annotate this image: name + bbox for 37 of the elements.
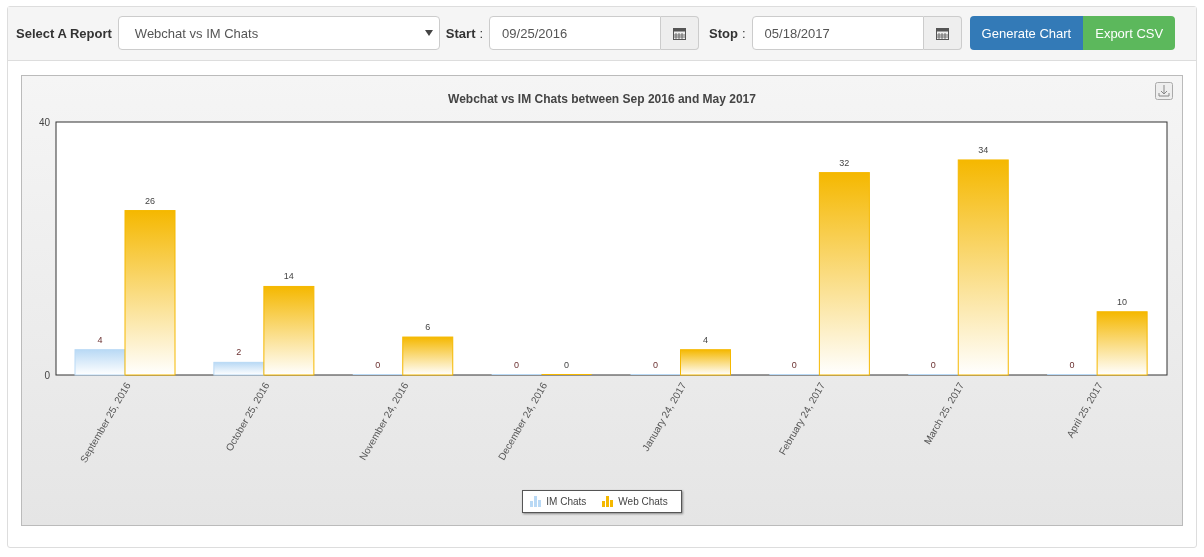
data-label: 4 <box>97 334 103 345</box>
data-label: 0 <box>564 360 570 370</box>
data-label: 0 <box>791 360 797 370</box>
data-label: 32 <box>839 157 850 168</box>
calendar-icon <box>673 26 687 40</box>
report-select[interactable]: Webchat vs IM Chats <box>117 16 440 50</box>
chart-title: Webchat vs IM Chats between Sep 2016 and May 2017 <box>448 92 756 108</box>
data-label: 2 <box>236 347 242 358</box>
separator: : <box>742 25 746 41</box>
start-label: Start <box>445 25 476 41</box>
bar-chart-icon <box>602 496 614 507</box>
axis-label: 40 <box>38 117 50 128</box>
data-label: 6 <box>425 322 431 333</box>
data-label: 0 <box>653 360 658 370</box>
data-label: 0 <box>930 360 936 370</box>
calendar-button[interactable] <box>661 16 700 50</box>
data-label: 10 <box>1117 296 1128 307</box>
legend-label: IM Chats <box>546 496 587 507</box>
data-label: 0 <box>375 360 381 370</box>
stop-label: Stop <box>709 25 738 41</box>
data-label: 4 <box>703 334 708 345</box>
axis-label: 0 <box>44 370 50 381</box>
data-label: 0 <box>514 360 520 370</box>
separator: : <box>479 25 484 41</box>
bar-chart-icon <box>530 496 542 507</box>
start-date-field[interactable]: 09/25/2016 <box>489 16 662 50</box>
report-label: Select A Report <box>16 25 112 41</box>
data-label: 14 <box>283 271 294 282</box>
calendar-icon <box>935 26 949 40</box>
toolbar-button[interactable]: Generate Chart <box>969 16 1084 50</box>
legend-label: Web Chats <box>618 496 668 507</box>
data-label: 0 <box>1069 360 1075 370</box>
calendar-button[interactable] <box>923 16 962 50</box>
data-label: 34 <box>978 144 989 155</box>
data-label: 26 <box>145 195 155 206</box>
stop-date-field[interactable]: 05/18/2017 <box>751 16 924 50</box>
caret-icon <box>424 30 433 36</box>
